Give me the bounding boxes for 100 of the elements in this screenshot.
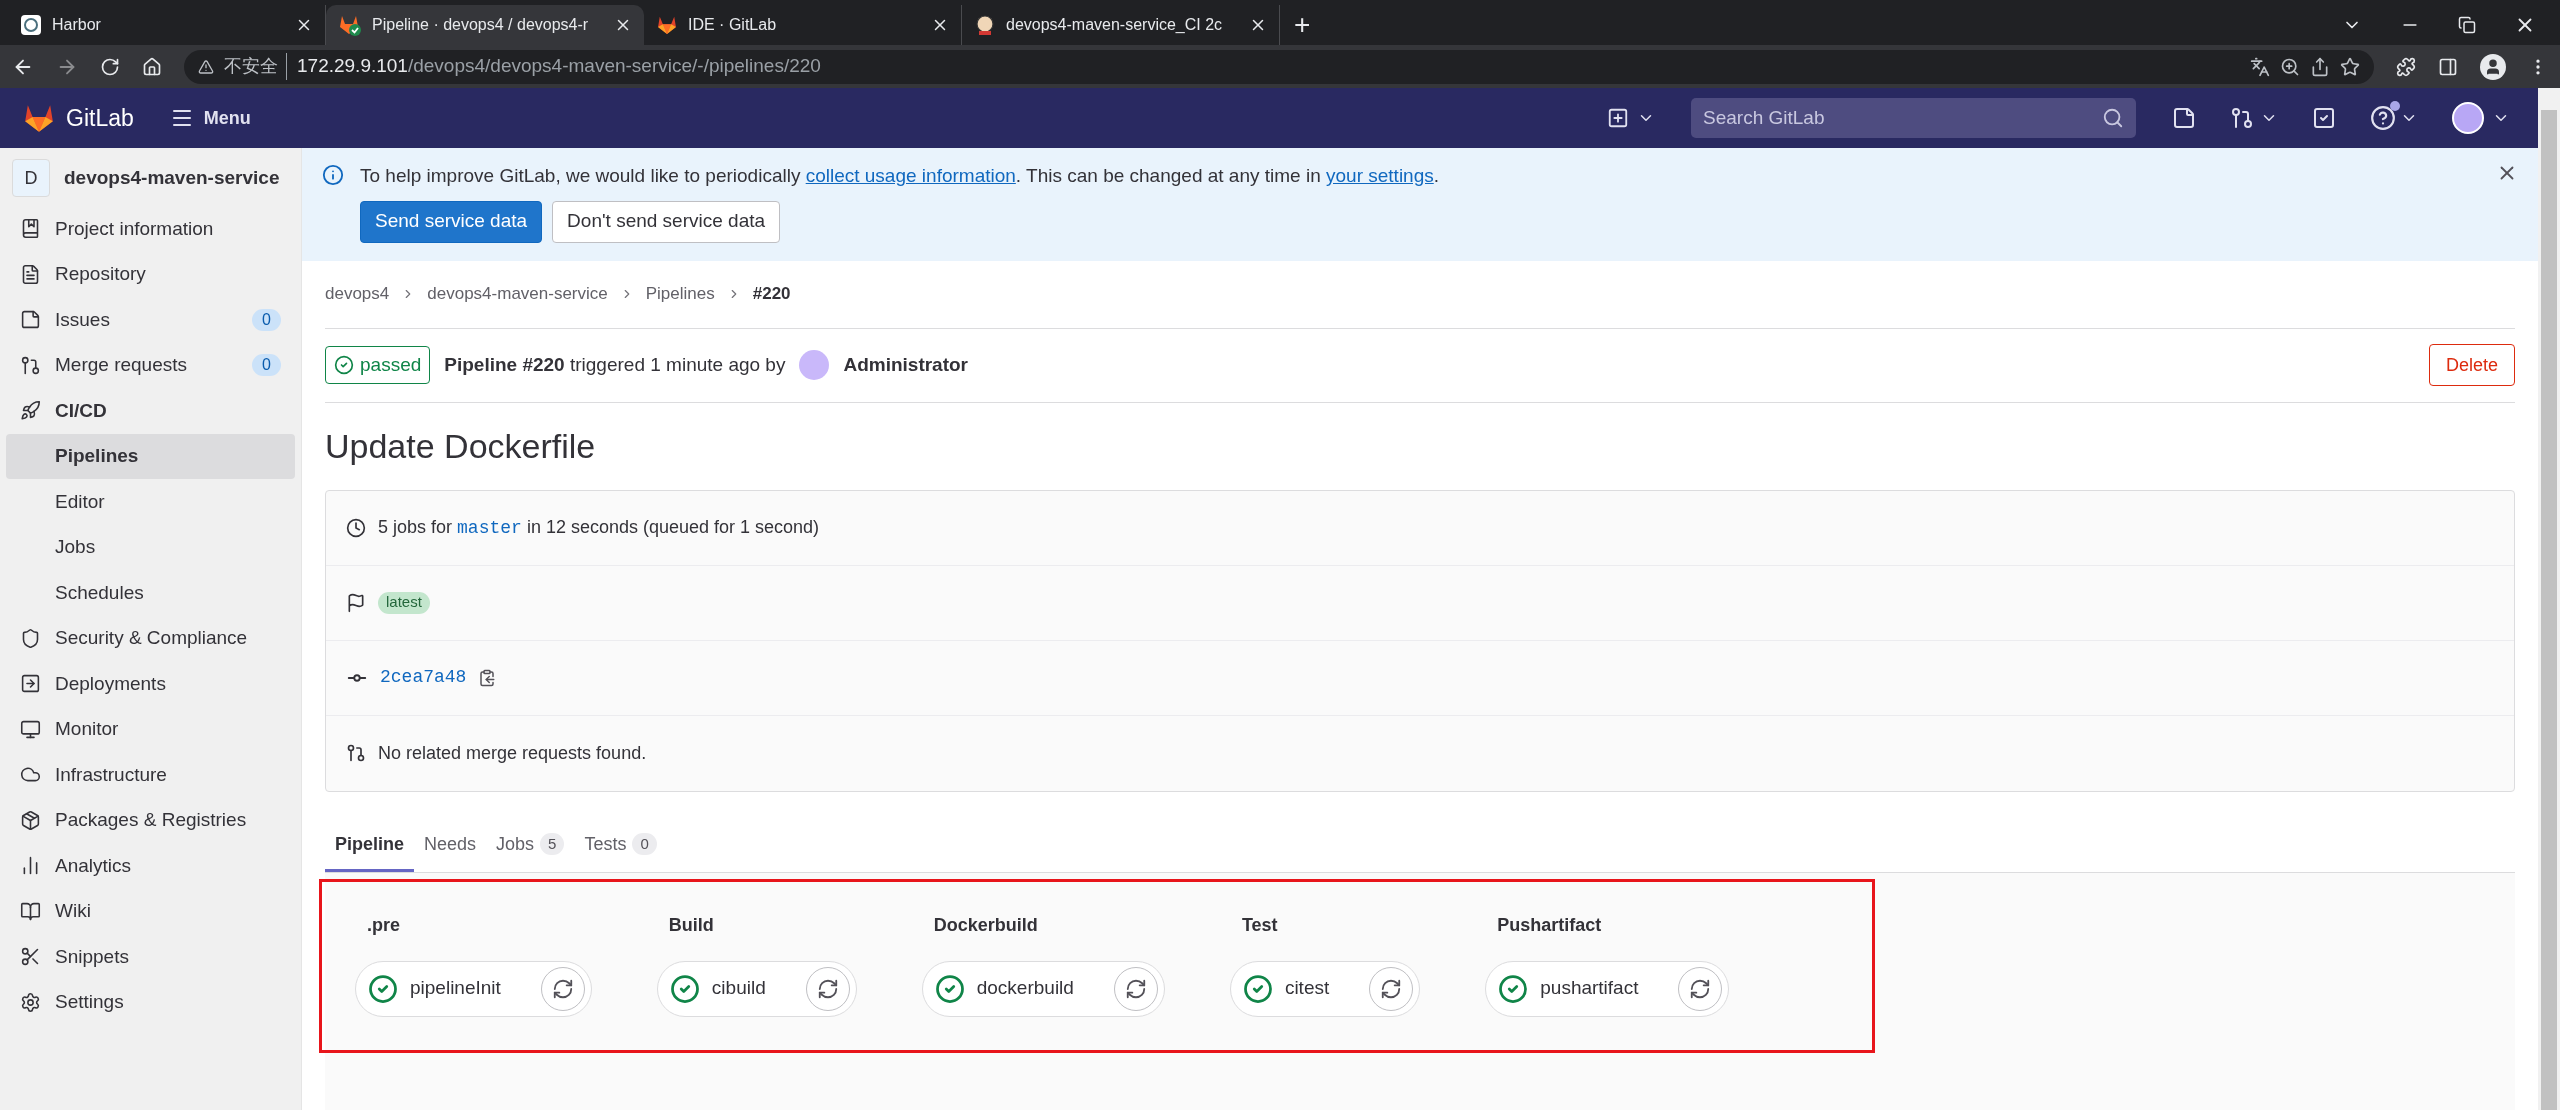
retry-icon: [816, 977, 839, 1000]
user-avatar[interactable]: [2452, 102, 2484, 134]
count-badge: 0: [252, 308, 281, 331]
sidebar-item[interactable]: Repository: [6, 251, 295, 297]
copy-icon[interactable]: [478, 668, 497, 687]
side-panel-icon[interactable]: [2438, 56, 2458, 77]
deploy-icon: [20, 673, 41, 695]
url-text: 172.29.9.101/devops4/devops4-maven-service/-/pipelines/220: [297, 54, 821, 79]
share-icon[interactable]: [2310, 56, 2330, 77]
send-data-button[interactable]: Send service data: [360, 200, 543, 243]
latest-badge: latest: [378, 591, 430, 614]
issues-icon[interactable]: [2172, 106, 2196, 130]
pipeline-summary: Pipeline #220 triggered 1 minute ago by: [444, 352, 786, 377]
job-pill[interactable]: pushartifact: [1485, 960, 1730, 1017]
bookmark-star-icon[interactable]: [2340, 56, 2360, 77]
sidebar-item[interactable]: CI/CD: [6, 388, 295, 434]
count-badge: 0: [252, 354, 281, 377]
sidebar-item[interactable]: Snippets: [6, 934, 295, 980]
home-icon[interactable]: [142, 56, 162, 77]
commit-link[interactable]: 2cea7a48: [380, 664, 467, 691]
decline-data-button[interactable]: Don't send service data: [552, 200, 781, 243]
delete-button[interactable]: Delete: [2428, 344, 2515, 386]
merge-request-icon[interactable]: [2230, 106, 2254, 130]
sidebar-item[interactable]: Merge requests 0: [6, 342, 295, 388]
job-pill[interactable]: dockerbuild: [921, 960, 1165, 1017]
flag-icon: [346, 592, 366, 613]
text-link[interactable]: your settings: [1326, 165, 1434, 186]
job-pill[interactable]: cibuild: [656, 960, 857, 1017]
user-name[interactable]: Administrator: [843, 350, 968, 380]
scrollbar[interactable]: [2538, 88, 2560, 1110]
pipeline-title: Update Dockerfile: [325, 425, 597, 467]
merge-request-icon: [20, 354, 41, 376]
breadcrumb-link[interactable]: Pipelines: [645, 281, 715, 307]
job-pill[interactable]: citest: [1229, 960, 1421, 1017]
tab-title: IDE · GitLab: [688, 15, 778, 35]
sidebar-item[interactable]: Infrastructure: [6, 752, 295, 798]
breadcrumb-link[interactable]: #220: [752, 281, 791, 307]
todo-icon[interactable]: [2312, 106, 2336, 130]
user-avatar: [799, 350, 830, 380]
rocket-icon: [20, 400, 41, 422]
job-pill[interactable]: pipelineInit: [355, 960, 592, 1017]
extensions-icon[interactable]: [2396, 56, 2416, 77]
sidebar-item[interactable]: Deployments: [6, 661, 295, 707]
tab-title: devops4-maven-service_CI 2c: [1006, 15, 1224, 35]
sidebar-item[interactable]: Monitor: [6, 706, 295, 752]
help-icon[interactable]: [2370, 105, 2396, 131]
sidebar-item[interactable]: Analytics: [6, 843, 295, 889]
sidebar-subitem[interactable]: Jobs: [6, 524, 295, 570]
stage-name: Test: [1240, 913, 1279, 937]
note-icon: [20, 309, 41, 331]
job-name: citest: [1284, 976, 1330, 1001]
sidebar-item[interactable]: Wiki: [6, 888, 295, 934]
zoom-icon[interactable]: [2280, 56, 2300, 77]
search-field[interactable]: Search GitLab: [1691, 98, 2136, 138]
sidebar-subitem[interactable]: Pipelines: [6, 433, 295, 479]
branch-link[interactable]: master: [457, 517, 522, 538]
sidebar-item[interactable]: Settings: [6, 979, 295, 1025]
brand-name[interactable]: GitLab: [66, 100, 134, 136]
sidebar-item[interactable]: Project information: [6, 206, 295, 252]
profile-button[interactable]: [2480, 53, 2506, 80]
shield-icon: [20, 627, 41, 649]
sidebar-subitem[interactable]: Editor: [6, 479, 295, 525]
create-new-icon[interactable]: [1607, 107, 1629, 129]
restore-icon[interactable]: [2458, 16, 2476, 34]
reload-icon[interactable]: [100, 56, 120, 77]
retry-icon: [1689, 977, 1712, 1000]
sidebar-item[interactable]: Issues 0: [6, 297, 295, 343]
harbor-logo-icon: [20, 14, 42, 36]
clock-icon: [346, 517, 366, 538]
translate-icon[interactable]: [2250, 56, 2270, 77]
jobs-summary: 5 jobs for master in 12 seconds (queued for 1 second): [378, 515, 820, 540]
project-name[interactable]: devops4-maven-service: [64, 163, 280, 193]
menu-button[interactable]: Menu: [169, 104, 251, 132]
tab[interactable]: Tests 0: [574, 819, 667, 872]
stage-name: Pushartifact: [1496, 913, 1603, 937]
sidebar-subitem[interactable]: Schedules: [6, 570, 295, 616]
merge-request-icon: [346, 743, 366, 763]
new-tab-button[interactable]: +: [1280, 5, 1325, 45]
address-bar[interactable]: 不安全 172.29.9.101/devops4/devops4-maven-service/-/pipelines/220: [184, 49, 2374, 84]
stage-name: Dockerbuild: [932, 913, 1039, 937]
status-badge[interactable]: passed: [325, 346, 431, 384]
document-icon: [20, 263, 41, 285]
search-icon: [2102, 107, 2124, 129]
breadcrumb-link[interactable]: devops4: [325, 281, 390, 307]
security-label: 不安全: [224, 53, 287, 80]
info-icon: [322, 164, 344, 186]
project-avatar[interactable]: D: [12, 159, 50, 197]
breadcrumb-link[interactable]: devops4-maven-service: [427, 281, 608, 307]
text-link[interactable]: collect usage information: [805, 165, 1016, 186]
tab[interactable]: Needs: [414, 819, 487, 872]
book-icon: [20, 900, 41, 922]
person-icon: [2484, 57, 2502, 76]
stage-name: .pre: [366, 913, 401, 937]
sidebar-item[interactable]: Packages & Registries: [6, 797, 295, 843]
monitor-icon: [20, 718, 41, 740]
sidebar-item[interactable]: Security & Compliance: [6, 615, 295, 661]
browser-tab[interactable]: Pipeline · devops4 / devops4-r: [326, 5, 644, 45]
job-name: pushartifact: [1540, 976, 1639, 1001]
tab[interactable]: Jobs 5: [486, 819, 575, 872]
banner-message: To help improve GitLab, we would like to periodically collect usage information. This can be changed at any time in your settings.: [360, 164, 1441, 188]
